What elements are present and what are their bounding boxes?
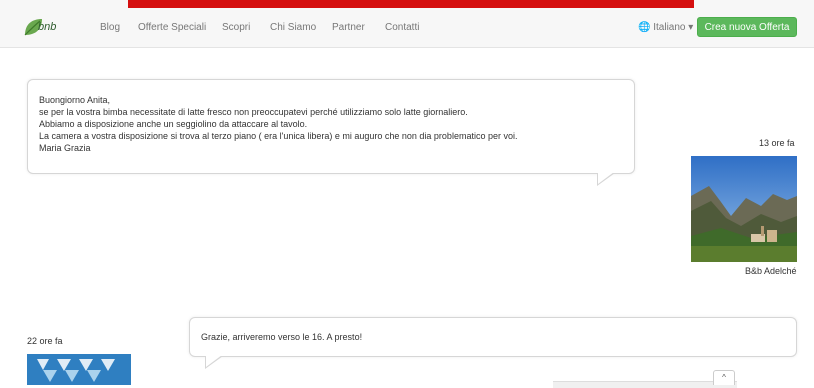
message-bubble: Grazie, arriveremo verso le 16. A presto… (189, 317, 797, 357)
caret-down-icon: ▾ (688, 22, 694, 33)
bubble-tail (206, 355, 222, 367)
nav-item-partner[interactable]: Partner (332, 22, 365, 33)
sender-name: B&b Adelché (745, 266, 797, 276)
language-label: Italiano (653, 22, 686, 33)
scroll-up-button[interactable]: ^ (713, 370, 735, 385)
sender-avatar[interactable] (691, 156, 797, 262)
message-line: Buongiorno Anita, (39, 95, 111, 105)
pattern-avatar (27, 354, 131, 385)
nav-item-offerte-speciali[interactable]: Offerte Speciali (138, 22, 206, 33)
nav-item-chi-siamo[interactable]: Chi Siamo (270, 22, 316, 33)
create-offer-button[interactable]: Crea nuova Offerta (697, 17, 797, 37)
chevron-up-icon: ^ (722, 373, 726, 382)
landscape-photo (691, 156, 797, 262)
nav-item-contatti[interactable]: Contatti (385, 22, 419, 33)
nav-item-scopri[interactable]: Scopri (222, 22, 250, 33)
globe-icon: 🌐 (638, 22, 651, 33)
language-selector[interactable]: 🌐 Italiano ▾ (638, 22, 693, 33)
message-text: Grazie, arriveremo verso le 16. A presto… (201, 332, 363, 342)
message-line: Maria Grazia (39, 143, 91, 153)
message-line: Abbiamo a disposizione anche un seggioli… (39, 119, 308, 129)
message-timestamp: 22 ore fa (27, 336, 63, 346)
nav-item-blog[interactable]: Blog (100, 22, 120, 33)
message-timestamp: 13 ore fa (759, 138, 795, 148)
top-navbar: bnb Blog Offerte Speciali Scopri Chi Sia… (0, 0, 814, 48)
message-line: La camera a vostra disposizione si trova… (39, 131, 518, 141)
bubble-tail (598, 172, 614, 184)
message-bubble: Buongiorno Anita, se per la vostra bimba… (27, 79, 635, 174)
notification-bar (128, 0, 694, 8)
logo-text: bnb (38, 21, 57, 33)
user-avatar[interactable] (27, 354, 131, 385)
site-logo[interactable]: bnb (22, 15, 56, 39)
message-line: se per la vostra bimba necessitate di la… (39, 107, 468, 117)
